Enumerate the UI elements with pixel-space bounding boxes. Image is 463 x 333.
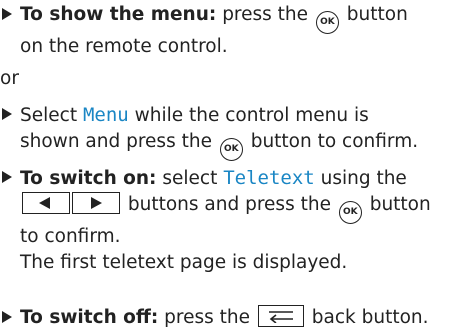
- instruction-line: To show the menu: press the OK button: [20, 2, 462, 34]
- back-arrow-icon: [268, 311, 293, 323]
- bullet-arrow-icon: [2, 108, 12, 120]
- right-arrow-key-icon: [72, 192, 120, 214]
- instruction-line: Select Menu while the control menu is: [20, 102, 462, 129]
- step-text: buttons and press the: [122, 194, 337, 215]
- menu-item-label: Menu: [82, 104, 129, 126]
- instruction-line: shown and press the OK button to confirm…: [20, 129, 462, 161]
- step-text: Select: [20, 105, 83, 126]
- step-heading: To show the menu:: [20, 4, 217, 25]
- instruction-switch-off: To switch off: press the back button.: [0, 305, 462, 331]
- or-separator: or: [0, 66, 462, 92]
- step-text: while the control menu is: [128, 105, 369, 126]
- step-text: button to confirm.: [244, 131, 419, 152]
- bullet-arrow-icon: [2, 8, 12, 20]
- instruction-show-menu: To show the menu: press the OK button on…: [0, 2, 462, 60]
- step-text: using the: [314, 168, 407, 189]
- bullet-arrow-icon: [2, 171, 12, 183]
- instruction-switch-on: To switch on: select Teletext using the …: [0, 165, 462, 276]
- step-text: press the: [216, 4, 314, 25]
- menu-item-label: Teletext: [223, 167, 315, 189]
- instruction-line: To switch on: select Teletext using the: [20, 165, 462, 192]
- step-text: press the: [158, 307, 256, 328]
- instruction-line: buttons and press the OK button: [20, 192, 462, 224]
- instruction-select-menu: Select Menu while the control menu is sh…: [0, 102, 462, 161]
- step-heading: To switch on:: [20, 168, 157, 189]
- ok-button-icon: OK: [219, 138, 243, 161]
- step-heading: To switch off:: [20, 307, 159, 328]
- ok-button-icon: OK: [338, 201, 362, 224]
- or-text: or: [0, 68, 19, 89]
- bullet-arrow-icon: [2, 311, 12, 323]
- step-text: back button.: [305, 307, 429, 328]
- back-key-icon: [257, 305, 304, 327]
- step-text: button: [340, 4, 408, 25]
- instruction-result: The first teletext page is displayed.: [20, 252, 348, 273]
- instruction-line: to confirm.: [20, 226, 121, 247]
- instruction-line: To switch off: press the back button.: [20, 305, 462, 331]
- left-arrow-key-icon: [22, 192, 70, 214]
- step-text: button: [363, 194, 431, 215]
- left-arrow-icon: [39, 197, 50, 209]
- ok-button-icon: OK: [315, 11, 339, 34]
- right-arrow-icon: [91, 197, 102, 209]
- instruction-line: on the remote control.: [20, 36, 228, 57]
- step-text: select: [156, 168, 224, 189]
- step-text: shown and press the: [20, 131, 218, 152]
